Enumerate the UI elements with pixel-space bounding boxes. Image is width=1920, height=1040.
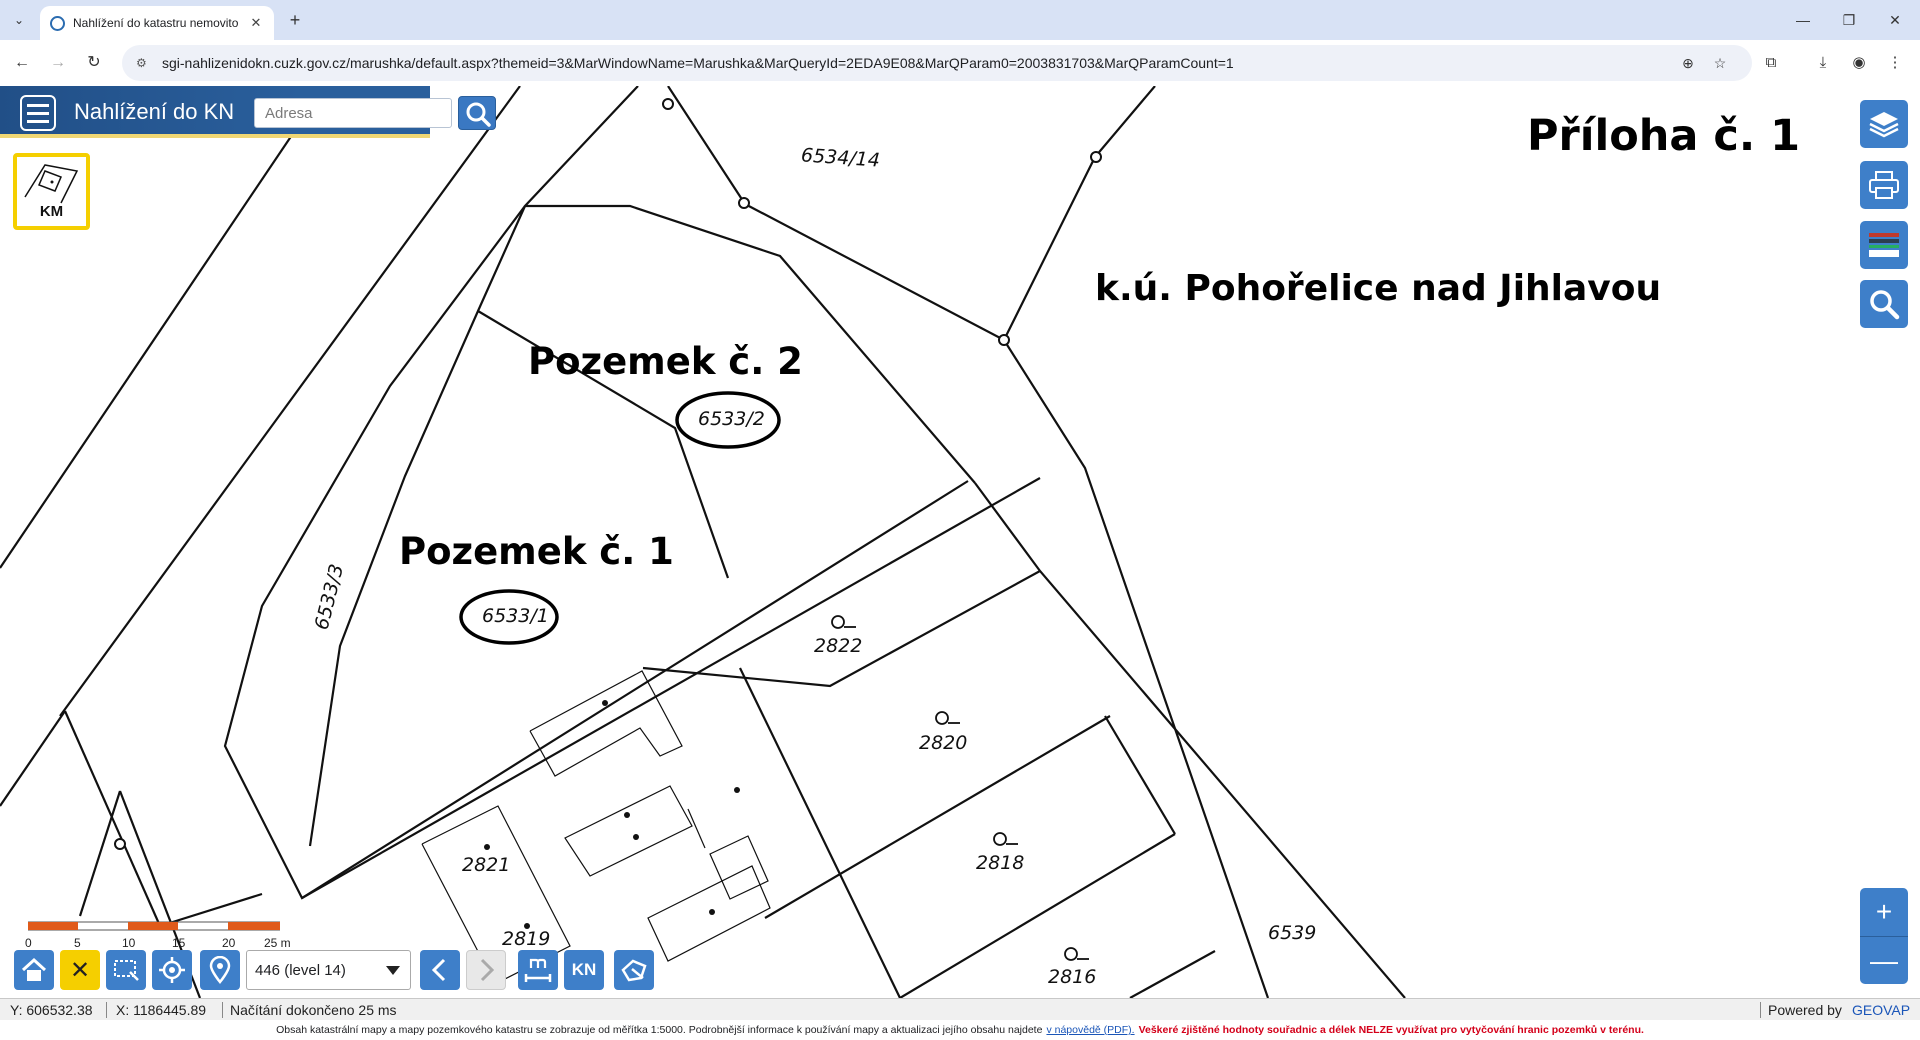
- attachment-title: Příloha č. 1: [1527, 111, 1801, 161]
- zoom-in-button[interactable]: +: [1860, 888, 1908, 936]
- km-label: KM: [39, 203, 64, 220]
- parcel-1-annotation: Pozemek č. 1: [399, 530, 674, 573]
- browser-tab[interactable]: Nahlížení do katastru nemovito ✕: [40, 6, 274, 40]
- zoom-level-select[interactable]: 446 (level 14): [246, 950, 411, 990]
- disclaimer-text: Obsah katastrální mapy a mapy pozemkovéh…: [276, 1024, 1043, 1036]
- scale-bar: [28, 921, 280, 931]
- powered-by-label: Powered by: [1768, 1002, 1842, 1018]
- bookmark-star-icon[interactable]: ☆: [1710, 53, 1730, 73]
- back-icon[interactable]: ←: [10, 51, 34, 75]
- app-title: Nahlížení do KN: [74, 99, 235, 124]
- browser-tab-bar: ⌄ Nahlížení do katastru nemovito ✕ + — ❐…: [0, 0, 1920, 40]
- draw-shape-icon: [621, 959, 647, 982]
- locate-button[interactable]: [152, 950, 192, 990]
- parcel-label: 2821: [462, 854, 511, 876]
- legend-icon: [1869, 233, 1899, 257]
- site-info-icon[interactable]: ⚙: [136, 56, 152, 70]
- zoom-level-value: 446 (level 14): [255, 961, 346, 979]
- home-button[interactable]: [14, 950, 54, 990]
- scale-tick-label: 15: [172, 936, 186, 950]
- kn-button[interactable]: KN: [564, 950, 604, 990]
- tab-title: Nahlížení do katastru nemovito: [73, 16, 239, 30]
- restore-icon[interactable]: ❐: [1826, 0, 1872, 40]
- search-icon: [466, 102, 491, 127]
- loading-status: Načítání dokončeno 25 ms: [230, 1002, 397, 1018]
- draw-polygon-button[interactable]: [614, 950, 654, 990]
- chevron-down-icon: [386, 966, 400, 975]
- scale-tick-label: 20: [222, 936, 236, 950]
- forward-icon[interactable]: →: [46, 51, 70, 75]
- home-icon: [21, 957, 47, 981]
- help-pdf-link[interactable]: v nápovědě (PDF).: [1046, 1024, 1134, 1036]
- layers-button[interactable]: [1860, 100, 1908, 148]
- select-rectangle-icon: [114, 960, 139, 981]
- address-bar[interactable]: ⚙ sgi-nahlizenidokn.cuzk.gov.cz/marushka…: [122, 45, 1752, 81]
- search-tool-button[interactable]: [1860, 280, 1908, 328]
- geovap-link[interactable]: GEOVAP: [1852, 1002, 1910, 1018]
- extensions-icon[interactable]: ⧉: [1760, 52, 1782, 74]
- next-view-button[interactable]: [466, 950, 506, 990]
- previous-view-button[interactable]: [420, 950, 460, 990]
- url-text: sgi-nahlizenidokn.cuzk.gov.cz/marushka/d…: [162, 55, 1234, 71]
- place-marker-button[interactable]: [200, 950, 240, 990]
- map-pin-icon: [209, 956, 231, 984]
- map-canvas[interactable]: 6534/14 6533/2 6533/1 6533/3 2822 2820 2…: [0, 86, 1920, 998]
- legend-button[interactable]: [1860, 221, 1908, 269]
- browser-menu-icon[interactable]: ⋮: [1884, 52, 1906, 74]
- parcel-map: [0, 86, 1406, 998]
- parcel-label: 2822: [814, 635, 863, 657]
- layers-icon: [1869, 112, 1899, 138]
- minimize-icon[interactable]: —: [1780, 0, 1826, 40]
- scale-tick-label: 25 m: [264, 936, 291, 950]
- site-favicon-icon: [50, 15, 65, 31]
- chevron-left-icon: [431, 958, 446, 982]
- print-button[interactable]: [1860, 161, 1908, 209]
- reload-icon[interactable]: ↻: [82, 51, 106, 75]
- parcel-label: 2819: [502, 928, 551, 950]
- zoom-out-button[interactable]: —: [1860, 936, 1908, 984]
- magnifier-icon: [1870, 290, 1900, 320]
- new-tab-button[interactable]: +: [284, 9, 306, 31]
- tab-search-button[interactable]: ⌄: [8, 9, 30, 31]
- disclaimer-warning: Veškeré zjištěné hodnoty souřadnic a dél…: [1138, 1024, 1644, 1036]
- window-close-icon[interactable]: ✕: [1872, 0, 1918, 40]
- minus-icon: —: [1870, 944, 1898, 976]
- parcel-2-annotation: Pozemek č. 2: [528, 340, 803, 383]
- browser-toolbar: ← → ↻ ⚙ sgi-nahlizenidokn.cuzk.gov.cz/ma…: [0, 40, 1920, 86]
- measure-button[interactable]: [518, 950, 558, 990]
- parcel-label: 6539: [1268, 922, 1317, 944]
- chevron-right-icon: [480, 958, 495, 982]
- select-area-button[interactable]: [106, 950, 146, 990]
- parcel-label: 6533/2: [698, 408, 765, 430]
- plus-icon: +: [1875, 896, 1893, 927]
- map-disclaimer: Obsah katastrální mapy a mapy pozemkovéh…: [0, 1020, 1920, 1040]
- search-button[interactable]: [458, 96, 496, 130]
- tab-close-icon[interactable]: ✕: [248, 15, 264, 31]
- menu-button[interactable]: [20, 95, 56, 131]
- profile-icon[interactable]: ◉: [1848, 52, 1870, 74]
- y-coordinate: Y: 606532.38: [10, 1002, 93, 1018]
- print-icon: [1869, 171, 1899, 199]
- parcel-label: 2816: [1048, 966, 1097, 988]
- crosshair-icon: [159, 957, 185, 983]
- address-search-input[interactable]: [254, 98, 452, 128]
- zoom-icon[interactable]: ⊕: [1678, 53, 1698, 73]
- cadastral-area-label: k.ú. Pohořelice nad Jihlavou: [1095, 268, 1662, 309]
- scale-tick-label: 5: [74, 936, 81, 950]
- km-layer-button[interactable]: KM: [13, 153, 90, 230]
- cadastral-map-icon: [24, 164, 79, 204]
- close-icon: ✕: [69, 956, 91, 984]
- clear-button[interactable]: ✕: [60, 950, 100, 990]
- scale-tick-label: 0: [25, 936, 32, 950]
- scale-tick-label: 10: [122, 936, 136, 950]
- app-header: Nahlížení do KN: [0, 86, 496, 138]
- parcel-label: 2818: [976, 852, 1025, 874]
- status-bar: Y: 606532.38 X: 1186445.89 Načítání doko…: [0, 998, 1920, 1020]
- download-icon[interactable]: ⤓: [1812, 52, 1834, 74]
- ruler-measure-icon: [524, 958, 552, 982]
- parcel-label: 2820: [919, 732, 968, 754]
- x-coordinate: X: 1186445.89: [116, 1002, 207, 1018]
- kn-label: KN: [571, 960, 597, 979]
- parcel-label: 6533/1: [482, 605, 549, 627]
